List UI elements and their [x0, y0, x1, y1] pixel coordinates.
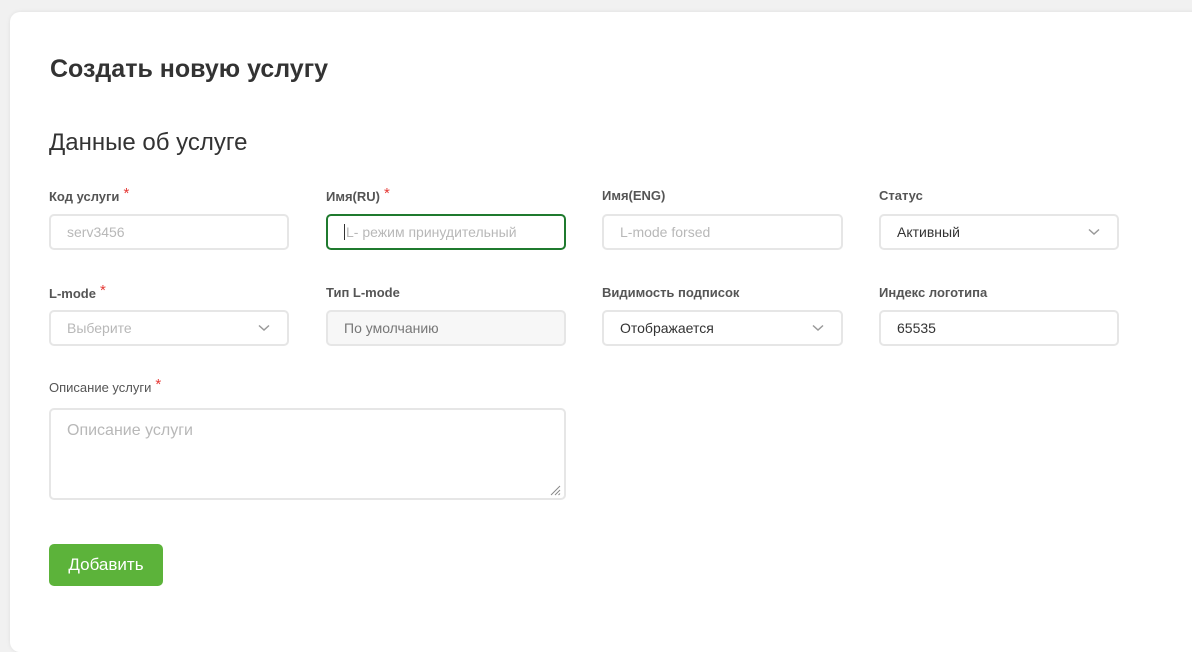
- description-textarea[interactable]: Описание услуги: [49, 408, 566, 500]
- l-mode-placeholder: Выберите: [67, 320, 132, 336]
- subscription-visibility-select[interactable]: Отображается: [602, 310, 843, 346]
- name-ru-placeholder: L- режим принудительный: [346, 224, 517, 240]
- l-mode-label: L-mode *: [49, 282, 106, 302]
- l-mode-select[interactable]: Выберите: [49, 310, 289, 346]
- status-label: Статус: [879, 188, 923, 203]
- logo-index-label: Индекс логотипа: [879, 285, 987, 300]
- description-label: Описание услуги *: [49, 376, 162, 396]
- chevron-down-icon: [1087, 225, 1101, 239]
- name-eng-input[interactable]: L-mode forsed: [602, 214, 843, 250]
- required-mark: *: [123, 185, 130, 202]
- description-placeholder: Описание услуги: [67, 422, 193, 439]
- subscription-visibility-label-text: Видимость подписок: [602, 285, 740, 300]
- service-code-input[interactable]: serv3456: [49, 214, 289, 250]
- logo-index-label-text: Индекс логотипа: [879, 285, 988, 300]
- description-label-text: Описание услуги: [49, 380, 152, 395]
- l-mode-type-label: Тип L-mode: [326, 285, 400, 300]
- service-code-label-text: Код услуги: [49, 189, 120, 204]
- name-eng-placeholder: L-mode forsed: [620, 224, 711, 240]
- l-mode-type-input: По умолчанию: [326, 310, 566, 346]
- section-title: Данные об услуге: [49, 129, 248, 156]
- service-code-placeholder: serv3456: [67, 224, 125, 240]
- name-eng-label: Имя(ENG): [602, 188, 665, 203]
- logo-index-value: 65535: [897, 320, 936, 336]
- l-mode-type-value: По умолчанию: [344, 320, 439, 336]
- service-code-label: Код услуги *: [49, 185, 130, 205]
- required-mark: *: [383, 185, 390, 202]
- chevron-down-icon: [257, 321, 271, 335]
- status-value: Активный: [897, 224, 960, 240]
- subscription-visibility-value: Отображается: [620, 320, 714, 336]
- name-ru-input[interactable]: L- режим принудительный: [326, 214, 566, 250]
- chevron-down-icon: [811, 321, 825, 335]
- name-eng-label-text: Имя(ENG): [602, 188, 666, 203]
- status-select[interactable]: Активный: [879, 214, 1119, 250]
- page-title: Создать новую услугу: [50, 55, 329, 83]
- logo-index-input[interactable]: 65535: [879, 310, 1119, 346]
- name-ru-label-text: Имя(RU): [326, 189, 380, 204]
- name-ru-label: Имя(RU) *: [326, 185, 390, 205]
- status-label-text: Статус: [879, 188, 923, 203]
- required-mark: *: [99, 282, 106, 299]
- text-cursor: [344, 224, 345, 240]
- resize-handle-icon[interactable]: [549, 483, 561, 496]
- l-mode-label-text: L-mode: [49, 286, 96, 301]
- add-button[interactable]: Добавить: [49, 544, 163, 586]
- subscription-visibility-label: Видимость подписок: [602, 285, 739, 300]
- required-mark: *: [155, 376, 162, 393]
- l-mode-type-label-text: Тип L-mode: [326, 285, 400, 300]
